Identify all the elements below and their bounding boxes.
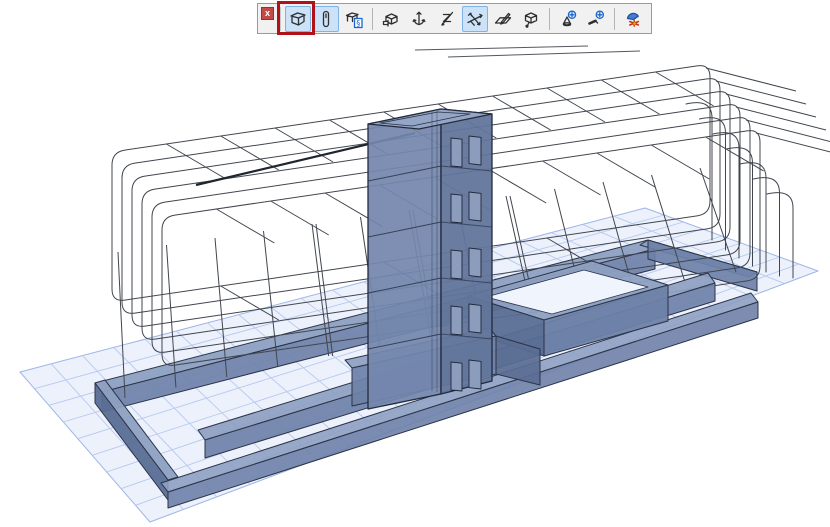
toolbar-button-editing-plane-axes[interactable] <box>462 6 488 32</box>
cube-flag-icon <box>381 9 401 29</box>
toolbar-grip <box>280 7 281 31</box>
unpin-z-icon <box>437 9 457 29</box>
toolbar-separator <box>614 8 615 30</box>
svg-text:§: § <box>356 18 360 27</box>
cube-pin-icon <box>521 9 541 29</box>
toolbar-button-unpin-tool[interactable] <box>434 6 460 32</box>
orbit-sphere-icon <box>623 9 643 29</box>
cutaway-box-icon <box>288 9 308 29</box>
toolbar-separator <box>372 8 373 30</box>
close-toolbar-button[interactable]: x <box>261 7 274 20</box>
toolbar-button-edit-plane-tool[interactable] <box>490 6 516 32</box>
toolbar-button-cutting-plane-capsule[interactable] <box>313 6 339 32</box>
spread-arrows-icon <box>409 9 429 29</box>
crossed-axes-icon <box>465 9 485 29</box>
toolbar-button-zoom-to-line[interactable] <box>583 6 609 32</box>
box-section-icon: § <box>344 9 364 29</box>
toolbar-button-zoom-to-cone[interactable] <box>555 6 581 32</box>
3d-viewport[interactable] <box>0 0 830 527</box>
toolbar-separator <box>549 8 550 30</box>
toolbar-button-cube-flag-tool[interactable] <box>378 6 404 32</box>
floating-toolbar: x § <box>257 3 652 34</box>
cone-zoom-plus-icon <box>558 9 578 29</box>
toolbar-button-cutaway-settings[interactable]: § <box>341 6 367 32</box>
plane-pencil-icon <box>493 9 513 29</box>
core-tower[interactable] <box>368 109 492 409</box>
vertical-capsule-icon <box>316 9 336 29</box>
toolbar-button-move-plane-tool[interactable] <box>406 6 432 32</box>
line-zoom-plus-icon <box>586 9 606 29</box>
toolbar-button-cutaway-display[interactable] <box>285 6 311 32</box>
application-window: x § <box>0 0 830 527</box>
toolbar-button-orbit-3d-view[interactable] <box>620 6 646 32</box>
toolbar-button-cube-pin-tool[interactable] <box>518 6 544 32</box>
